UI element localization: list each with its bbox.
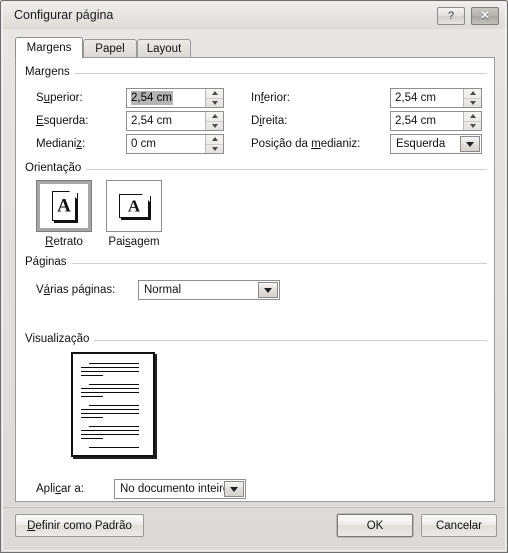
ok-label: OK	[366, 519, 384, 532]
tab-label: Margens	[26, 42, 72, 54]
label-multiple-pages: Várias páginas:	[36, 284, 116, 296]
gutter-value: 0 cm	[131, 138, 156, 150]
margin-bottom-value: 2,54 cm	[395, 92, 436, 104]
label-apply-to: Aplicar a:	[36, 483, 84, 495]
label-gutter-position: Posição da medianiz:	[251, 138, 361, 150]
question-mark-icon: ?	[447, 9, 455, 22]
letter-a-glyph: A	[57, 195, 71, 217]
tab-margens[interactable]: Margens	[15, 37, 83, 58]
ok-button[interactable]: OK	[337, 514, 413, 537]
portrait-page-icon: A	[52, 190, 77, 221]
group-label-preview: Visualização	[25, 333, 95, 345]
tab-papel[interactable]: Papel	[83, 39, 137, 58]
spinner-down-icon[interactable]	[206, 99, 223, 108]
spinner-down-icon[interactable]	[464, 99, 481, 108]
gutter-spinner[interactable]	[205, 135, 223, 153]
title-bar: Configurar página ? ✕	[3, 3, 505, 29]
portrait-label: Retrato	[45, 236, 83, 248]
set-default-label: Definir como Padrão	[27, 519, 132, 532]
label-margin-right: Direita:	[251, 115, 288, 127]
multiple-pages-value: Normal	[144, 284, 182, 296]
footer-divider	[3, 507, 505, 508]
spinner-up-icon[interactable]	[464, 89, 481, 99]
label-margin-top: Superior:	[36, 92, 83, 104]
margin-top-spinner[interactable]	[205, 89, 223, 107]
group-rule-pages	[25, 263, 487, 264]
page-preview	[71, 352, 155, 457]
group-label-pages: Páginas	[25, 256, 72, 268]
label-gutter: Medianiz:	[36, 138, 86, 150]
apply-to-value: No documento inteiro	[120, 483, 224, 495]
tab-layout[interactable]: Layout	[137, 39, 191, 58]
spinner-down-icon[interactable]	[206, 122, 223, 131]
group-label-orientation: Orientação	[25, 162, 87, 174]
landscape-page-icon: A	[119, 193, 150, 218]
help-button[interactable]: ?	[437, 7, 465, 25]
input-margin-bottom[interactable]: 2,54 cm	[390, 88, 482, 108]
input-margin-top[interactable]: 2,54 cm	[126, 88, 224, 108]
label-margin-bottom: Inferior:	[251, 92, 290, 104]
chevron-down-icon[interactable]	[224, 481, 244, 497]
letter-a-glyph: A	[127, 196, 141, 216]
input-margin-left[interactable]: 2,54 cm	[126, 111, 224, 131]
group-rule-margins	[25, 73, 487, 74]
margin-left-spinner[interactable]	[205, 112, 223, 130]
tab-label: Layout	[146, 43, 182, 55]
orientation-landscape[interactable]: A Paisagem	[106, 180, 162, 248]
chevron-down-icon[interactable]	[460, 136, 480, 152]
set-default-button[interactable]: Definir como Padrão	[15, 514, 144, 537]
spinner-down-icon[interactable]	[464, 122, 481, 131]
group-label-margins: Margens	[25, 66, 75, 78]
spinner-up-icon[interactable]	[206, 135, 223, 145]
gutter-position-value: Esquerda	[396, 138, 446, 150]
margin-right-spinner[interactable]	[463, 112, 481, 130]
group-rule-orientation	[25, 169, 487, 170]
landscape-label: Paisagem	[108, 236, 160, 248]
select-apply-to[interactable]: No documento inteiro	[114, 479, 246, 499]
margins-tab-panel: Margens Superior: 2,54 cm Inferior: 2,54…	[15, 57, 495, 502]
chevron-down-icon[interactable]	[258, 282, 278, 298]
spinner-up-icon[interactable]	[206, 89, 223, 99]
close-icon: ✕	[480, 9, 490, 22]
tab-label: Papel	[95, 43, 125, 55]
cancel-button[interactable]: Cancelar	[421, 514, 497, 537]
margin-bottom-spinner[interactable]	[463, 89, 481, 107]
page-setup-dialog: Configurar página ? ✕ Margens Papel Layo…	[0, 0, 508, 553]
input-gutter[interactable]: 0 cm	[126, 134, 224, 154]
tab-strip: Margens Papel Layout	[15, 37, 495, 58]
label-margin-left: Esquerda:	[36, 115, 89, 127]
margin-right-value: 2,54 cm	[395, 115, 436, 127]
close-button[interactable]: ✕	[471, 7, 499, 25]
window-title: Configurar página	[14, 8, 114, 22]
select-multiple-pages[interactable]: Normal	[138, 280, 280, 300]
select-gutter-position[interactable]: Esquerda	[390, 134, 482, 154]
spinner-down-icon[interactable]	[206, 145, 223, 154]
input-margin-right[interactable]: 2,54 cm	[390, 111, 482, 131]
spinner-up-icon[interactable]	[206, 112, 223, 122]
margin-top-value: 2,54 cm	[131, 91, 173, 105]
orientation-portrait[interactable]: A Retrato	[36, 180, 92, 248]
cancel-label: Cancelar	[435, 519, 483, 532]
spinner-up-icon[interactable]	[464, 112, 481, 122]
margin-left-value: 2,54 cm	[131, 115, 172, 127]
